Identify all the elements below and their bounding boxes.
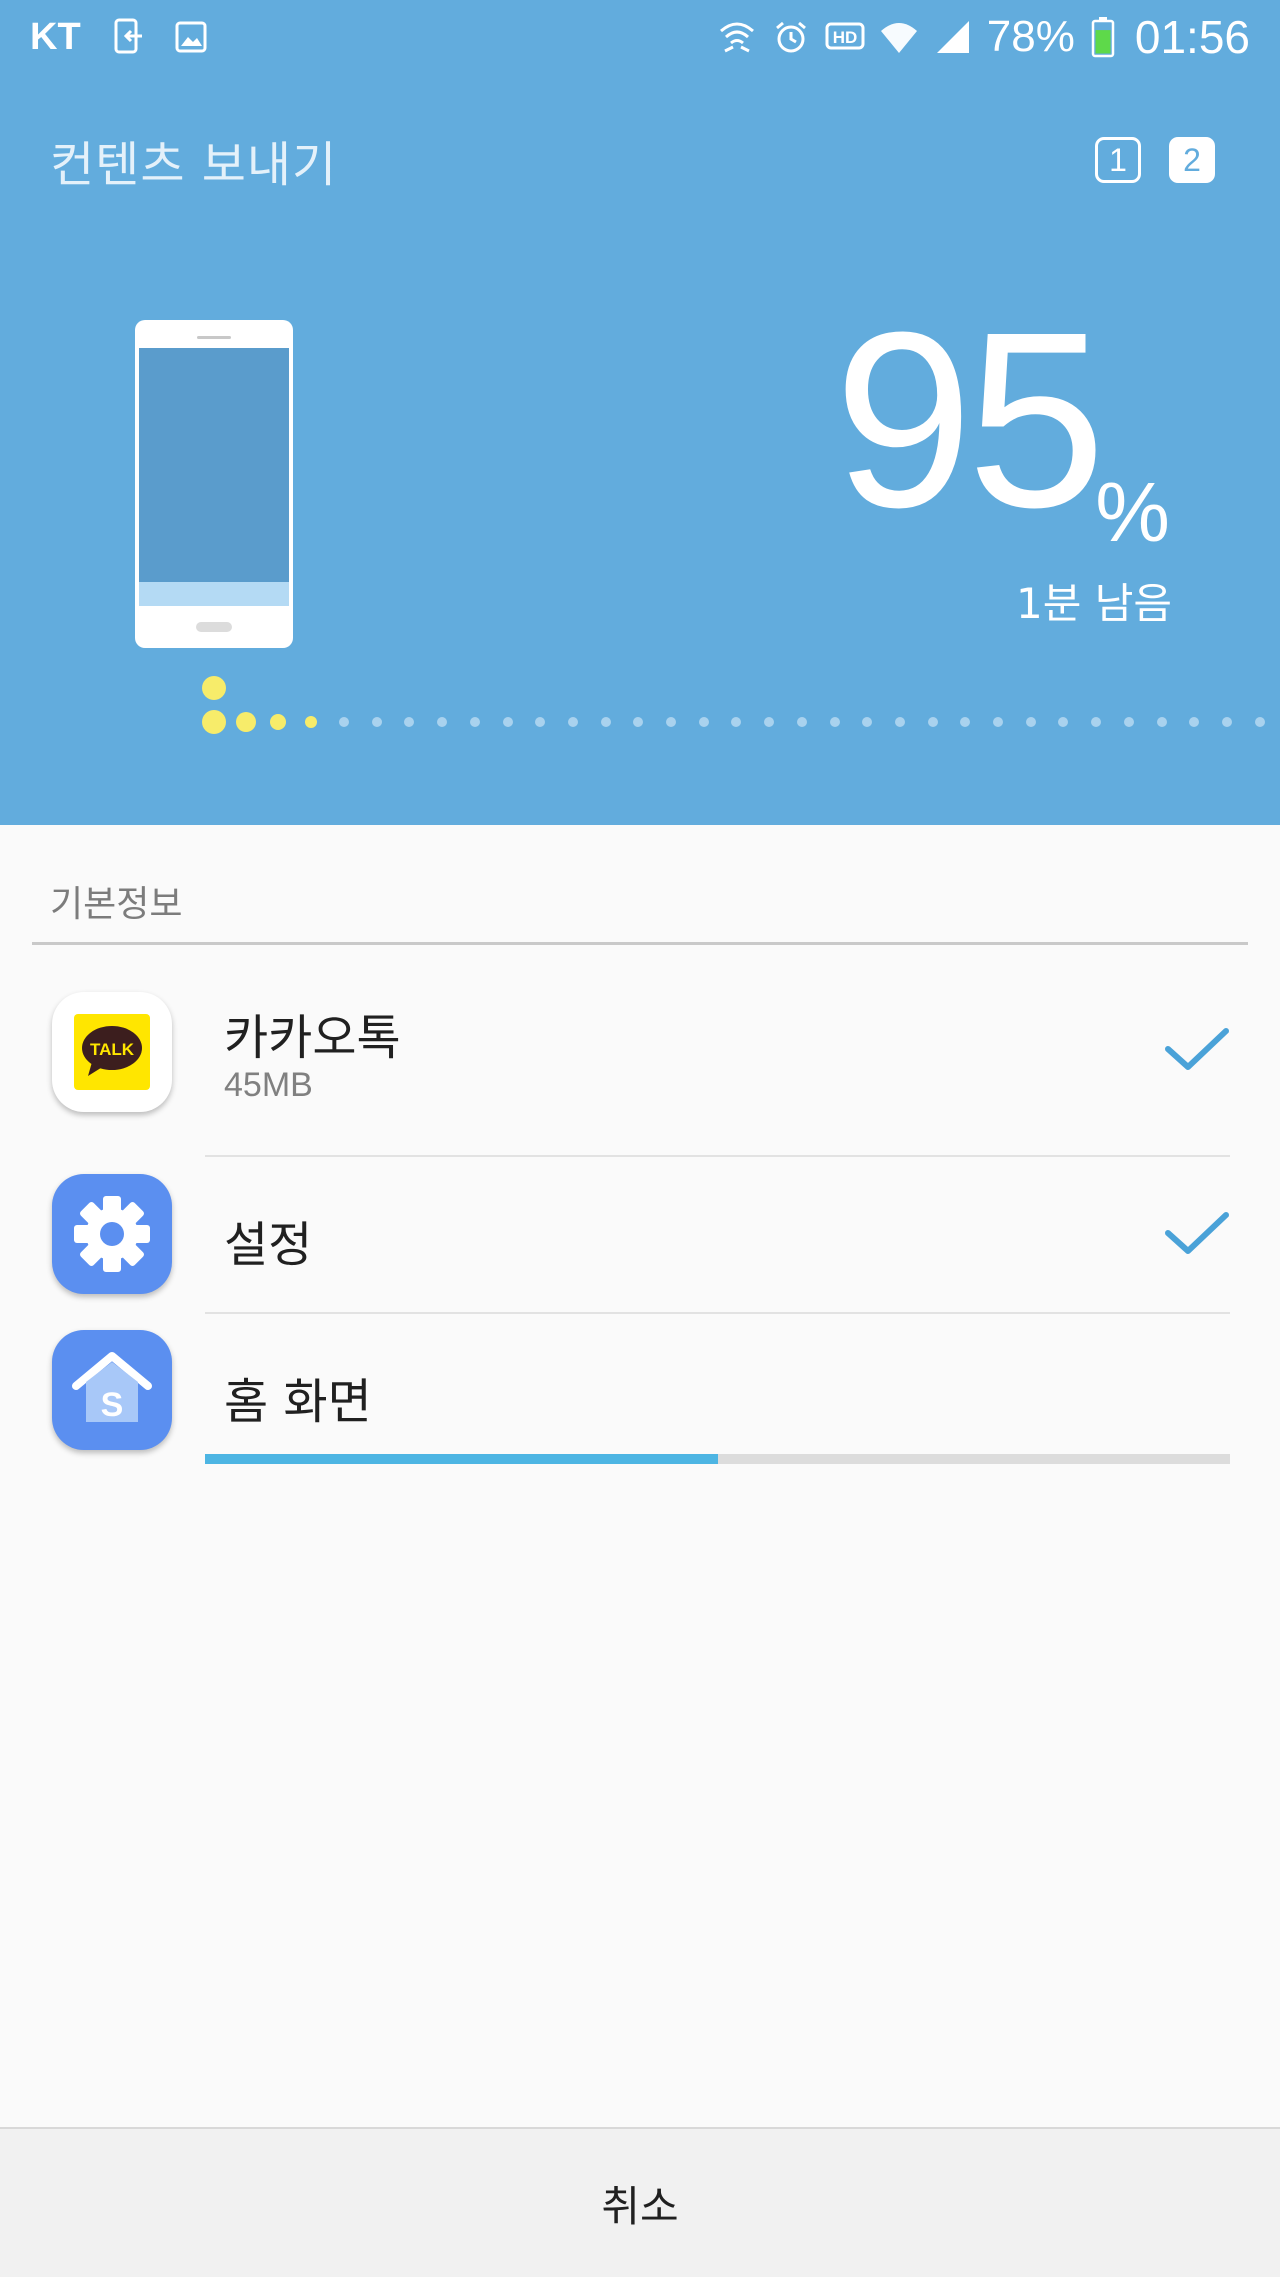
alarm-icon: [771, 17, 811, 57]
time-remaining: 1분 남음: [1016, 579, 1172, 628]
step-indicator: 1 2: [1067, 137, 1215, 183]
transfer-dot: [236, 712, 256, 732]
step-2-badge: 2: [1169, 137, 1215, 183]
list-item: 설정: [0, 1157, 1280, 1312]
transfer-dot: [202, 676, 226, 700]
transfer-dot: [796, 717, 807, 727]
transfer-dot: [1123, 717, 1134, 727]
status-bar: KT HD 78% 01:56: [0, 0, 1280, 75]
battery-icon: [1083, 17, 1123, 58]
transfer-dot: [339, 717, 349, 727]
item-progress-fill: [205, 1454, 718, 1464]
section-title: 기본정보: [50, 884, 183, 925]
transfer-percentage: 95 %: [750, 295, 1170, 580]
percent-sign: %: [1095, 465, 1170, 559]
transfer-dot: [502, 717, 513, 727]
percent-value: 95: [833, 280, 1106, 559]
transfer-dot: [1156, 717, 1167, 727]
transfer-dots-animation: [200, 676, 1280, 750]
transfer-dot: [698, 717, 709, 727]
transfer-dot: [202, 710, 226, 734]
transfer-header-panel: KT HD 78% 01:56 컨텐츠 보내기 1 2 95 % 1분 남음: [0, 0, 1280, 825]
item-title: 설정: [224, 1217, 313, 1273]
battery-percent: 78%: [986, 12, 1075, 61]
gallery-icon: [171, 17, 211, 57]
item-size: 45MB: [224, 1066, 313, 1104]
transfer-dot: [1254, 717, 1265, 727]
transfer-dot: [960, 717, 971, 727]
checkmark-icon: [1165, 1028, 1229, 1070]
clock: 01:56: [1134, 11, 1250, 63]
transfer-dot: [633, 717, 644, 727]
checkmark-icon: [1165, 1212, 1229, 1254]
transfer-dot: [305, 716, 317, 728]
home-screen-icon: S: [52, 1330, 172, 1450]
transfer-dot: [764, 717, 775, 727]
hd-voice-icon: HD: [825, 17, 865, 57]
transfer-dot: [1221, 717, 1232, 727]
transfer-dot: [1058, 717, 1069, 727]
item-progress-bar: [205, 1454, 1230, 1464]
home-logo-text: S: [101, 1386, 124, 1424]
item-title: 카카오톡: [224, 1010, 401, 1066]
list-item: TALK 카카오톡 45MB: [0, 990, 1280, 1155]
item-title: 홈 화면: [224, 1374, 372, 1430]
transfer-dot: [1189, 717, 1200, 727]
kakaotalk-logo-text: TALK: [90, 1040, 135, 1059]
transfer-dot: [567, 717, 578, 727]
transfer-dot: [404, 717, 415, 727]
transfer-dot: [1025, 717, 1036, 727]
list-item: S 홈 화면: [0, 1314, 1280, 1464]
bottom-action-bar: 취소: [0, 2127, 1280, 2277]
step-1-badge: 1: [1095, 137, 1141, 183]
transfer-dot: [469, 717, 480, 727]
transfer-dot: [437, 717, 448, 727]
page-title: 컨텐츠 보내기: [50, 137, 338, 193]
transfer-dot: [862, 717, 873, 727]
svg-text:HD: HD: [833, 28, 858, 47]
settings-gear-icon: [52, 1174, 172, 1294]
carrier-label: KT: [30, 15, 81, 58]
transfer-dot: [666, 717, 676, 727]
nfc-transfer-icon: [109, 17, 149, 57]
transfer-dot: [731, 717, 742, 727]
cancel-button[interactable]: 취소: [0, 2129, 1280, 2277]
transfer-dot: [894, 717, 905, 727]
wifi-icon: [879, 17, 919, 57]
transfer-dot: [1091, 717, 1102, 727]
transfer-dot: [535, 717, 546, 727]
wifi-calling-icon: [717, 17, 757, 57]
transfer-dot: [829, 717, 840, 727]
transfer-dot: [600, 717, 611, 727]
transfer-dot: [270, 714, 286, 730]
transfer-dot: [993, 717, 1003, 727]
signal-icon: [933, 17, 973, 57]
transfer-dot: [927, 717, 938, 727]
transfer-dot: [371, 717, 382, 727]
phone-illustration: [135, 320, 293, 648]
kakaotalk-icon: TALK: [52, 992, 172, 1112]
section-divider: [32, 942, 1248, 945]
